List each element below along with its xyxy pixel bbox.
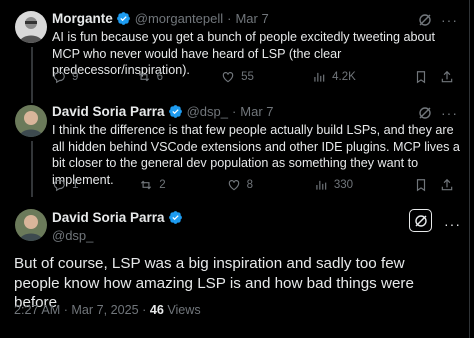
avatar[interactable] (15, 209, 47, 241)
reply-button[interactable]: 1 (52, 178, 78, 192)
tweet-header: David Soria Parra @dsp_ · Mar 7 (52, 104, 274, 119)
reply-icon (53, 71, 65, 84)
author-handle[interactable]: @dsp_ (52, 228, 93, 243)
grok-icon[interactable] (418, 106, 432, 120)
views-button[interactable]: 4.2K (312, 70, 356, 84)
author-name[interactable]: David Soria Parra (52, 104, 165, 119)
avatar[interactable] (15, 105, 47, 137)
more-options-icon[interactable]: ··· (441, 106, 458, 120)
tweet-time[interactable]: Mar 7 (240, 104, 273, 119)
repost-count: 6 (156, 71, 163, 83)
bookmark-icon[interactable] (414, 70, 428, 84)
tweet-header: David Soria Parra (52, 210, 187, 225)
tweet-meta: 2:27 AM · Mar 7, 2025 · 46 Views (14, 303, 201, 317)
timeline-border (469, 0, 470, 338)
verified-badge-icon (168, 105, 182, 118)
repost-icon (141, 180, 152, 190)
heart-icon (222, 72, 234, 83)
grok-icon[interactable] (418, 13, 432, 27)
reply-button[interactable]: 9 (52, 70, 78, 84)
author-name[interactable]: Morgante (52, 11, 113, 26)
verified-badge-icon (116, 12, 130, 25)
avatar[interactable] (15, 11, 47, 43)
tweet-actions: 1 2 8 330 (52, 176, 454, 194)
analytics-icon (316, 180, 327, 190)
like-count: 8 (246, 179, 253, 191)
views-button[interactable]: 330 (314, 178, 353, 192)
views-label: Views (167, 303, 201, 317)
like-button[interactable]: 55 (221, 70, 254, 84)
like-count: 55 (241, 71, 254, 83)
author-handle[interactable]: @morgantepell (135, 11, 223, 26)
reply-count: 1 (72, 179, 79, 191)
tweet-time[interactable]: Mar 7 (235, 11, 268, 26)
bookmark-icon[interactable] (414, 178, 428, 192)
repost-button[interactable]: 6 (137, 70, 163, 84)
repost-button[interactable]: 2 (139, 178, 166, 192)
author-name[interactable]: David Soria Parra (52, 210, 165, 225)
heart-icon (228, 180, 239, 191)
views-count: 4.2K (332, 71, 356, 83)
more-options-icon[interactable]: ··· (441, 13, 458, 27)
grok-button[interactable] (409, 209, 432, 232)
tweet-header: Morgante @morgantepell · Mar 7 (52, 11, 269, 26)
thread-line (31, 47, 33, 103)
like-button[interactable]: 8 (227, 178, 253, 192)
thread-line (31, 141, 33, 197)
views-count: 330 (333, 179, 354, 191)
tweet-actions: 9 6 55 4.2K (52, 68, 454, 86)
reply-icon (53, 179, 65, 192)
verified-badge-icon (168, 211, 182, 224)
repost-count: 2 (159, 179, 166, 191)
tweet-timestamp[interactable]: 2:27 AM · Mar 7, 2025 (14, 303, 139, 317)
analytics-icon (314, 72, 325, 82)
views-count: 46 (149, 303, 164, 317)
author-handle[interactable]: @dsp_ (187, 104, 228, 119)
grok-icon (414, 214, 427, 227)
reply-count: 9 (72, 71, 79, 83)
share-icon[interactable] (440, 70, 454, 84)
share-icon[interactable] (440, 178, 454, 192)
more-options-icon[interactable]: ··· (444, 216, 461, 232)
repost-icon (138, 72, 149, 82)
